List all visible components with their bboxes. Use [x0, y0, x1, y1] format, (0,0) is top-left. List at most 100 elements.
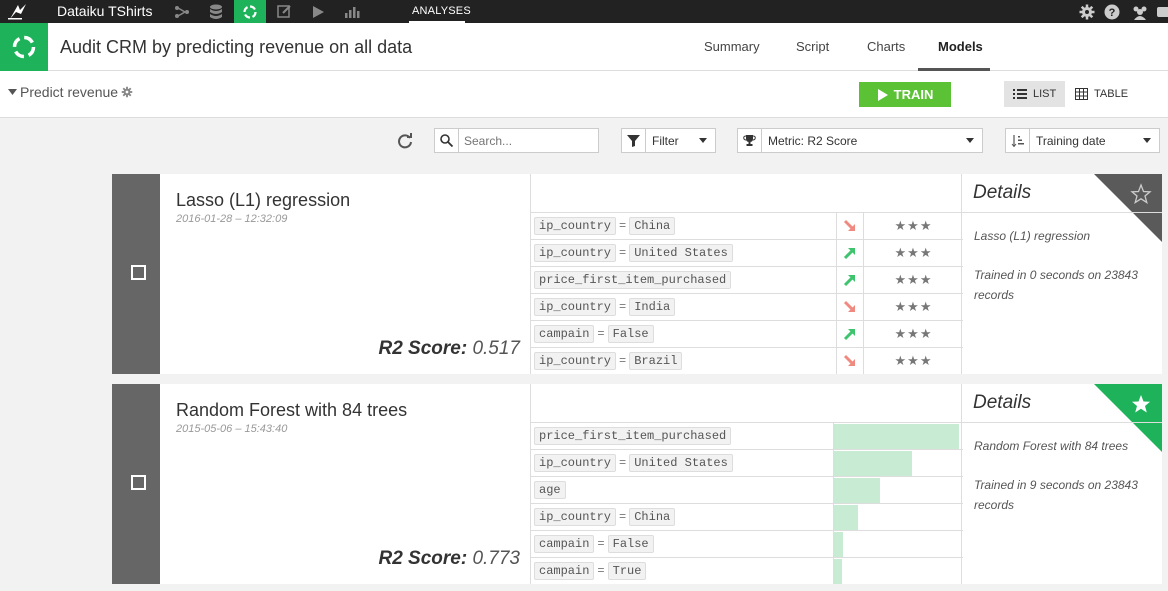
feature-eq: =: [619, 510, 627, 524]
feature-name: campain: [534, 325, 595, 343]
details-title[interactable]: Details: [973, 392, 1031, 414]
feature-name: ip_country: [534, 352, 617, 370]
arrow-down-right-icon: [843, 300, 855, 312]
model-checkbox[interactable]: [131, 475, 146, 490]
filter-icon: [622, 129, 646, 152]
model-name[interactable]: Lasso (L1) regression: [176, 190, 350, 211]
score-value: 0.773: [472, 548, 520, 569]
feature-row: campain = False ★★★: [531, 320, 963, 347]
datasets-icon[interactable]: [200, 0, 232, 23]
model-date: 2015-05-06 – 15:43:40: [176, 423, 288, 435]
table-view-button[interactable]: TABLE: [1066, 81, 1137, 107]
sort-dropdown[interactable]: Training date: [1005, 128, 1160, 153]
flow-icon[interactable]: [166, 0, 198, 23]
model-card[interactable]: Lasso (L1) regression 2016-01-28 – 12:32…: [112, 174, 1162, 374]
sort-icon: [1006, 129, 1030, 152]
analysis-header: Audit CRM by predicting revenue on all d…: [0, 23, 1168, 71]
importance-bar: [834, 505, 858, 530]
users-icon[interactable]: [1130, 2, 1150, 21]
svg-text:?: ?: [1109, 7, 1116, 19]
dataiku-logo-icon[interactable]: [4, 2, 30, 21]
list-icon: [1013, 89, 1027, 99]
tab-models[interactable]: Models: [938, 39, 983, 54]
caret-down-icon: [8, 89, 17, 95]
model-select-bar: [112, 174, 160, 374]
feature-value: False: [607, 535, 654, 553]
feature-name: age: [534, 481, 566, 499]
section-label[interactable]: ANALYSES: [412, 5, 471, 17]
task-selector[interactable]: Predict revenue: [8, 84, 133, 100]
metric-label: Metric: R2 Score: [768, 133, 858, 148]
importance-bar: [834, 532, 843, 557]
feature-importance-list: price_first_item_purchased ip_country = …: [530, 384, 963, 584]
model-score: R2 Score: 0.773: [378, 548, 520, 570]
train-button[interactable]: TRAIN: [859, 82, 951, 107]
task-bar: Predict revenue TRAIN LIST TABLE: [0, 71, 1168, 118]
feature-list: ip_country = China ★★★ ip_country = Unit…: [530, 174, 963, 374]
feature-row: ip_country = Brazil ★★★: [531, 347, 963, 374]
project-name[interactable]: Dataiku TShirts: [57, 3, 152, 19]
train-label: TRAIN: [893, 87, 934, 102]
model-checkbox[interactable]: [131, 265, 146, 280]
trophy-icon: [738, 129, 762, 152]
feature-row: age: [531, 476, 963, 503]
star-filled-icon[interactable]: [1130, 393, 1152, 415]
model-score: R2 Score: 0.517: [378, 338, 520, 360]
star-outline-icon[interactable]: [1130, 183, 1152, 205]
feature-row: ip_country = China ★★★: [531, 212, 963, 239]
feature-eq: =: [619, 456, 627, 470]
filter-dropdown[interactable]: Filter: [621, 128, 716, 153]
chevron-down-icon: [966, 138, 974, 143]
feature-row: ip_country = United States: [531, 449, 963, 476]
coef-direction: [836, 240, 864, 266]
gear-icon[interactable]: [1077, 2, 1097, 21]
coef-stars: ★★★: [894, 245, 933, 260]
settings-icon[interactable]: [121, 86, 133, 98]
page-title: Audit CRM by predicting revenue on all d…: [60, 37, 413, 57]
arrow-down-right-icon: [843, 219, 855, 231]
arrow-down-right-icon: [843, 354, 855, 366]
model-name[interactable]: Random Forest with 84 trees: [176, 400, 407, 421]
details-title[interactable]: Details: [973, 182, 1031, 204]
notebook-icon[interactable]: [268, 0, 300, 23]
tab-script[interactable]: Script: [796, 39, 829, 54]
feature-value: Brazil: [629, 352, 683, 370]
details-divider: [962, 212, 1162, 213]
feature-eq: =: [619, 354, 627, 368]
feature-value: India: [629, 298, 676, 316]
model-card[interactable]: Random Forest with 84 trees 2015-05-06 –…: [112, 384, 1162, 584]
dashboard-icon[interactable]: [336, 0, 368, 23]
tab-summary[interactable]: Summary: [704, 39, 760, 54]
metric-dropdown[interactable]: Metric: R2 Score: [737, 128, 983, 153]
feature-value: United States: [629, 454, 733, 472]
tab-charts[interactable]: Charts: [867, 39, 905, 54]
refresh-icon[interactable]: [397, 133, 415, 151]
top-navigation-bar: Dataiku TShirts ANALYSES ?: [0, 0, 1168, 23]
importance-bar: [834, 478, 880, 503]
coef-direction: [836, 348, 864, 374]
jobs-icon[interactable]: [302, 0, 334, 23]
table-icon: [1075, 88, 1088, 100]
model-details: Details Lasso (L1) regression Trained in…: [962, 174, 1162, 374]
feature-name: ip_country: [534, 244, 617, 262]
feature-name: price_first_item_purchased: [534, 427, 732, 445]
play-icon: [877, 88, 888, 101]
feature-row: price_first_item_purchased ★★★: [531, 266, 963, 293]
notifications-icon[interactable]: [1153, 2, 1168, 21]
model-date: 2016-01-28 – 12:32:09: [176, 213, 288, 225]
search-icon: [435, 129, 459, 152]
list-view-button[interactable]: LIST: [1004, 81, 1066, 107]
coef-stars: ★★★: [894, 299, 933, 314]
feature-name: price_first_item_purchased: [534, 271, 732, 289]
help-icon[interactable]: ?: [1102, 2, 1122, 21]
feature-name: campain: [534, 562, 595, 580]
feature-eq: =: [597, 537, 605, 551]
coef-stars: ★★★: [894, 218, 933, 233]
search-input[interactable]: [459, 129, 597, 152]
score-label: R2 Score:: [378, 338, 468, 359]
details-divider: [962, 422, 1162, 423]
analysis-icon[interactable]: [234, 0, 266, 23]
coef-direction: [836, 321, 864, 347]
chevron-down-icon: [1143, 138, 1151, 143]
feature-row: ip_country = United States ★★★: [531, 239, 963, 266]
